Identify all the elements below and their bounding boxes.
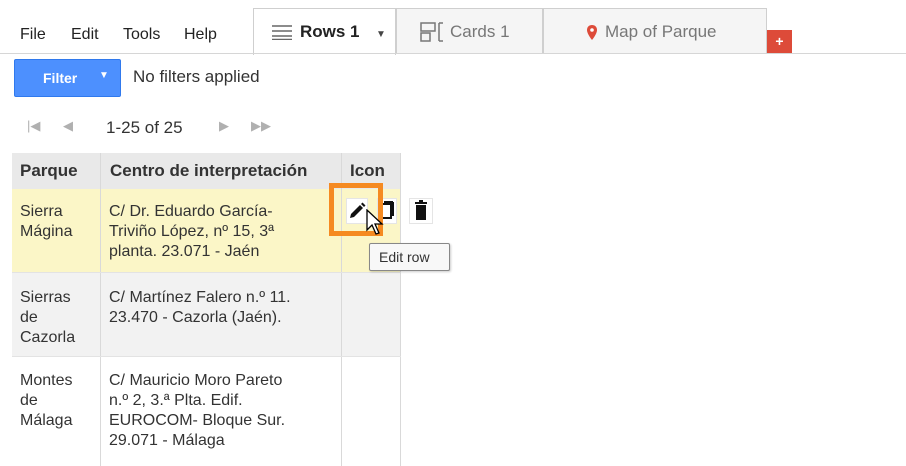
cell-text: n.º 2, 3.ª Plta. Edif.: [109, 392, 243, 409]
cell-text: de: [20, 392, 38, 409]
header-icon[interactable]: Icon: [350, 161, 385, 181]
cell-text: planta. 23.071 - Jaén: [109, 243, 260, 260]
cell-parque: Sierra Mágina: [20, 202, 72, 242]
menu-edit[interactable]: Edit: [71, 26, 99, 44]
column-divider: [400, 153, 401, 466]
trash-icon: [415, 200, 427, 220]
cell-text: 23.470 - Cazorla (Jaén).: [109, 309, 282, 326]
tab-divider: [0, 53, 906, 54]
cell-text: Triviño López, nº 15, 3ª: [109, 223, 275, 240]
rows-icon: [272, 24, 292, 45]
table-row[interactable]: Sierras de Cazorla C/ Martínez Falero n.…: [12, 273, 401, 357]
add-tab-button[interactable]: +: [767, 30, 792, 54]
tab-rows-label: Rows 1: [300, 22, 360, 41]
last-page-icon[interactable]: ▶▶: [251, 118, 271, 134]
tab-map-label: Map of Parque: [605, 22, 717, 41]
cell-text: C/ Dr. Eduardo García-: [109, 203, 273, 220]
cell-text: Cazorla: [20, 329, 76, 346]
cell-parque: Sierras de Cazorla: [20, 288, 75, 348]
filter-button-label: Filter: [43, 70, 78, 86]
table-row[interactable]: Montes de Málaga C/ Mauricio Moro Pareto…: [12, 357, 401, 466]
edit-row-tooltip: Edit row: [369, 243, 450, 271]
cell-centro: C/ Dr. Eduardo García- Triviño López, nº…: [109, 202, 274, 262]
tab-cards[interactable]: Cards 1: [396, 8, 543, 53]
chevron-down-icon: ▼: [99, 70, 109, 81]
cursor-icon: [366, 208, 384, 240]
tab-rows[interactable]: Rows 1 ▼: [253, 8, 396, 55]
tab-map[interactable]: Map of Parque: [543, 8, 767, 53]
next-page-icon[interactable]: ▶: [219, 118, 229, 134]
cell-text: de: [20, 309, 38, 326]
row-divider: [12, 272, 401, 273]
prev-page-icon[interactable]: ◀: [63, 118, 73, 134]
first-page-icon[interactable]: |◀: [27, 118, 40, 134]
header-parque[interactable]: Parque: [20, 161, 78, 181]
header-centro[interactable]: Centro de interpretación: [110, 161, 307, 181]
filter-button[interactable]: Filter ▼: [14, 59, 121, 97]
chevron-down-icon[interactable]: ▼: [376, 29, 386, 40]
cards-icon: [420, 22, 444, 47]
cell-text: Málaga: [20, 412, 73, 429]
menu-tools[interactable]: Tools: [123, 26, 160, 44]
menu-file[interactable]: File: [20, 26, 46, 44]
cell-centro: C/ Mauricio Moro Pareto n.º 2, 3.ª Plta.…: [109, 371, 285, 451]
row-divider: [12, 356, 401, 357]
cell-text: EUROCOM- Bloque Sur.: [109, 412, 286, 429]
column-divider: [100, 153, 101, 466]
cell-parque: Montes de Málaga: [20, 371, 72, 431]
cell-text: C/ Mauricio Moro Pareto: [109, 372, 283, 389]
delete-row-button[interactable]: [409, 198, 433, 224]
filter-status: No filters applied: [133, 67, 260, 86]
cell-text: Sierras: [20, 289, 71, 306]
cell-text: Mágina: [20, 223, 73, 240]
page-range: 1-25 of 25: [106, 118, 183, 137]
cell-text: Sierra: [20, 203, 63, 220]
tab-cards-label: Cards 1: [450, 22, 510, 41]
map-pin-icon: [587, 25, 597, 45]
cell-text: Montes: [20, 372, 73, 389]
cell-centro: C/ Martínez Falero n.º 11. 23.470 - Cazo…: [109, 288, 291, 328]
cell-text: C/ Martínez Falero n.º 11.: [109, 289, 291, 306]
cell-text: 29.071 - Málaga: [109, 432, 225, 449]
menu-help[interactable]: Help: [184, 26, 217, 44]
